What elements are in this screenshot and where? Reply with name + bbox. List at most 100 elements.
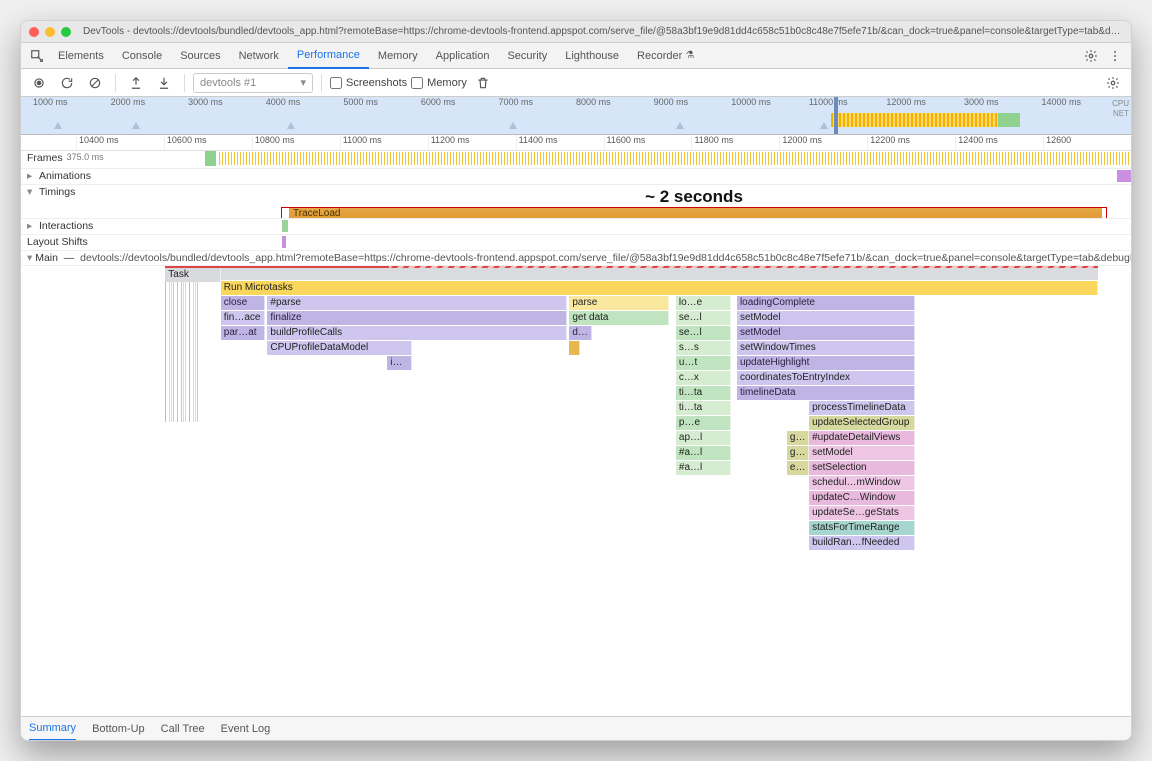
tab-network[interactable]: Network: [230, 43, 288, 69]
tab-console[interactable]: Console: [113, 43, 171, 69]
overview-window-handle[interactable]: [834, 97, 838, 134]
flame-bar[interactable]: updateSelectedGroup: [809, 416, 914, 430]
clear-icon[interactable]: [83, 72, 107, 94]
flame-bar[interactable]: setModel: [737, 326, 915, 340]
flame-microtasks[interactable]: Run Microtasks: [221, 281, 1098, 295]
flame-bar[interactable]: c…x: [676, 371, 732, 385]
flame-bar[interactable]: #a…l: [676, 446, 732, 460]
tab-call-tree[interactable]: Call Tree: [161, 717, 205, 741]
flame-bar[interactable]: updateHighlight: [737, 356, 915, 370]
detail-ruler[interactable]: 10400 ms10600 ms 10800 ms11000 ms 11200 …: [21, 135, 1131, 151]
flame-bar[interactable]: e…: [787, 461, 809, 475]
flame-bar[interactable]: s…s: [676, 341, 732, 355]
tab-event-log[interactable]: Event Log: [221, 717, 271, 741]
flame-bar[interactable]: i…: [387, 356, 411, 370]
track-layout-shifts[interactable]: Layout Shifts: [21, 235, 1131, 251]
track-animations[interactable]: ▸Animations: [21, 169, 1131, 185]
flame-bar[interactable]: updateSe…geStats: [809, 506, 914, 520]
overview-timeline[interactable]: 1000 ms2000 ms 3000 ms4000 ms 5000 ms600…: [21, 97, 1131, 135]
tab-summary[interactable]: Summary: [29, 717, 76, 741]
close-window-icon[interactable]: [29, 27, 39, 37]
record-icon[interactable]: [27, 72, 51, 94]
details-tabbar: Summary Bottom-Up Call Tree Event Log: [21, 716, 1131, 740]
maximize-window-icon[interactable]: [61, 27, 71, 37]
flame-bar[interactable]: setSelection: [809, 461, 914, 475]
tab-recorder[interactable]: Recorder ⚗: [628, 43, 703, 69]
flame-bar[interactable]: setModel: [737, 311, 915, 325]
interaction-event[interactable]: [282, 220, 288, 232]
reload-record-icon[interactable]: [55, 72, 79, 94]
flame-bar[interactable]: coordinatesToEntryIndex: [737, 371, 915, 385]
overview-cpu-activity: [831, 113, 998, 127]
settings-icon[interactable]: [1079, 45, 1103, 67]
flame-bar[interactable]: #parse: [267, 296, 567, 310]
flame-bar[interactable]: data: [569, 326, 591, 340]
timing-traceload[interactable]: TraceLoad: [289, 208, 1102, 218]
minimize-window-icon[interactable]: [45, 27, 55, 37]
flame-bar[interactable]: processTimelineData: [809, 401, 914, 415]
track-frames[interactable]: Frames 375.0 ms: [21, 151, 1131, 169]
memory-checkbox[interactable]: Memory: [411, 77, 467, 89]
flame-bar[interactable]: #updateDetailViews: [809, 431, 914, 445]
animation-event[interactable]: [1117, 170, 1131, 182]
layout-shift-event[interactable]: [282, 236, 286, 248]
flame-bar[interactable]: buildRan…fNeeded: [809, 536, 914, 550]
expand-icon[interactable]: ▸: [27, 170, 35, 182]
flame-bar[interactable]: statsForTimeRange: [809, 521, 914, 535]
flame-bar[interactable]: schedul…mWindow: [809, 476, 914, 490]
titlebar: DevTools - devtools://devtools/bundled/d…: [21, 21, 1131, 43]
flame-bar[interactable]: u…t: [676, 356, 732, 370]
tab-elements[interactable]: Elements: [49, 43, 113, 69]
flame-bar[interactable]: par…at: [221, 326, 265, 340]
collapse-icon[interactable]: ▾: [27, 186, 35, 198]
flame-bar[interactable]: updateC…Window: [809, 491, 914, 505]
flame-bar[interactable]: se…l: [676, 326, 732, 340]
flame-bar[interactable]: CPUProfileDataModel: [267, 341, 411, 355]
flame-bar[interactable]: se…l: [676, 311, 732, 325]
tab-performance[interactable]: Performance: [288, 43, 369, 69]
track-interactions[interactable]: ▸Interactions: [21, 219, 1131, 235]
flame-bar[interactable]: p…e: [676, 416, 732, 430]
tab-application[interactable]: Application: [427, 43, 499, 69]
window-title: DevTools - devtools://devtools/bundled/d…: [77, 26, 1123, 37]
tab-sources[interactable]: Sources: [171, 43, 229, 69]
flame-bar[interactable]: lo…e: [676, 296, 732, 310]
track-main-header[interactable]: ▾ Main — devtools://devtools/bundled/dev…: [21, 251, 1131, 266]
flame-bar[interactable]: g…: [787, 431, 809, 445]
inspect-element-icon[interactable]: [25, 45, 49, 67]
flame-bar[interactable]: timelineData: [737, 386, 915, 400]
flame-bar[interactable]: setWindowTimes: [737, 341, 915, 355]
tab-security[interactable]: Security: [498, 43, 556, 69]
flame-bar[interactable]: fin…ace: [221, 311, 265, 325]
flame-bar[interactable]: buildProfileCalls: [267, 326, 567, 340]
capture-settings-icon[interactable]: [1101, 72, 1125, 94]
flame-bar[interactable]: ti…ta: [676, 386, 732, 400]
flame-bar[interactable]: setModel: [809, 446, 914, 460]
flame-bar[interactable]: finalize: [267, 311, 567, 325]
collapse-icon[interactable]: ▾: [27, 252, 32, 264]
flame-bar[interactable]: g…: [787, 446, 809, 460]
expand-icon[interactable]: ▸: [27, 220, 35, 232]
flame-bar[interactable]: ap…l: [676, 431, 732, 445]
flame-bar[interactable]: ti…ta: [676, 401, 732, 415]
flame-chart[interactable]: Task Run Microtasks close #parse parse l…: [21, 266, 1131, 716]
flame-bar[interactable]: close: [221, 296, 265, 310]
tab-lighthouse[interactable]: Lighthouse: [556, 43, 628, 69]
flame-bar[interactable]: parse: [569, 296, 669, 310]
flame-task[interactable]: Task: [165, 266, 1097, 280]
flame-bar[interactable]: [569, 341, 580, 355]
overview-lane-labels: CPUNET: [1112, 99, 1129, 119]
track-timings[interactable]: ▾Timings ~ 2 seconds TraceLoad: [21, 185, 1131, 219]
flame-bar[interactable]: loadingComplete: [737, 296, 915, 310]
screenshots-checkbox[interactable]: Screenshots: [330, 77, 407, 89]
more-icon[interactable]: [1103, 45, 1127, 67]
profile-selector[interactable]: devtools #1 ▾: [193, 73, 313, 93]
flame-bar[interactable]: get data: [569, 311, 669, 325]
tab-bottom-up[interactable]: Bottom-Up: [92, 717, 145, 741]
chevron-down-icon: ▾: [300, 76, 306, 89]
trash-icon[interactable]: [471, 72, 495, 94]
flame-bar[interactable]: #a…l: [676, 461, 732, 475]
download-icon[interactable]: [152, 72, 176, 94]
tab-memory[interactable]: Memory: [369, 43, 427, 69]
upload-icon[interactable]: [124, 72, 148, 94]
